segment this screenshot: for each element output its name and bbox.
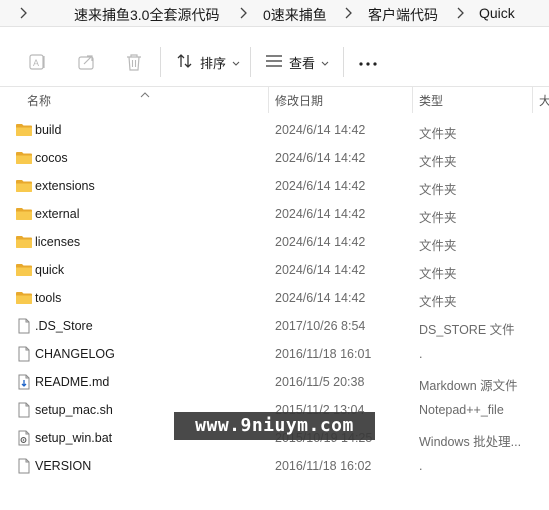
file-row[interactable]: external 2024/6/14 14:42 文件夹 — [0, 200, 549, 228]
rename-icon[interactable]: A — [27, 51, 49, 73]
view-list-icon — [265, 54, 283, 71]
file-name[interactable]: build — [35, 123, 61, 137]
breadcrumb-item-client[interactable]: 客户端代码 — [368, 5, 438, 25]
markdown-file-icon — [15, 374, 33, 390]
toolbar-divider — [250, 47, 251, 77]
file-name[interactable]: .DS_Store — [35, 319, 93, 333]
file-modified-date: 2024/6/14 14:42 — [275, 263, 366, 277]
toolbar: A 排序 查看 — [0, 37, 549, 87]
column-type[interactable]: 类型 — [419, 92, 443, 109]
chevron-down-icon — [232, 55, 240, 70]
folder-icon — [15, 206, 33, 222]
toolbar-divider — [343, 47, 344, 77]
breadcrumb-item-project[interactable]: 0速来捕鱼 — [263, 5, 327, 25]
folder-icon — [15, 150, 33, 166]
file-icon — [15, 346, 33, 362]
folder-icon — [15, 290, 33, 306]
breadcrumb-item-source[interactable]: 速来捕鱼3.0全套源代码 — [74, 5, 219, 25]
file-modified-date: 2016/11/18 16:01 — [275, 347, 372, 361]
file-row[interactable]: tools 2024/6/14 14:42 文件夹 — [0, 284, 549, 312]
file-row[interactable]: cocos 2024/6/14 14:42 文件夹 — [0, 144, 549, 172]
file-modified-date: 2024/6/14 14:42 — [275, 207, 366, 221]
file-name[interactable]: external — [35, 207, 79, 221]
file-name[interactable]: extensions — [35, 179, 95, 193]
column-divider[interactable] — [412, 87, 413, 113]
file-type: 文件夹 — [419, 127, 457, 141]
file-icon — [15, 458, 33, 474]
column-size[interactable]: 大 — [539, 92, 549, 109]
file-name[interactable]: setup_mac.sh — [35, 403, 113, 417]
file-row[interactable]: VERSION 2016/11/18 16:02. — [0, 452, 549, 480]
file-row[interactable]: .DS_Store 2017/10/26 8:54 DS_STORE 文件 — [0, 312, 549, 340]
more-options-icon — [358, 55, 378, 70]
file-modified-date: 2017/10/26 8:54 — [275, 319, 366, 333]
folder-icon — [15, 262, 33, 278]
file-name[interactable]: README.md — [35, 375, 109, 389]
file-modified-date: 2024/6/14 14:42 — [275, 179, 366, 193]
share-icon[interactable] — [76, 51, 98, 73]
toolbar-divider — [160, 47, 161, 77]
file-type: 文件夹 — [419, 267, 457, 281]
file-type: DS_STORE 文件 — [419, 323, 515, 337]
file-modified-date: 2024/6/14 14:42 — [275, 235, 366, 249]
file-row[interactable]: licenses 2024/6/14 14:42 文件夹 — [0, 228, 549, 256]
file-icon — [15, 402, 33, 418]
file-type: 文件夹 — [419, 295, 457, 309]
sort-ascending-icon — [140, 86, 150, 104]
file-row[interactable]: extensions 2024/6/14 14:42 文件夹 — [0, 172, 549, 200]
column-divider[interactable] — [268, 87, 269, 113]
chevron-right-icon[interactable] — [343, 6, 353, 20]
column-date[interactable]: 修改日期 — [275, 92, 323, 109]
file-type: . — [419, 459, 423, 473]
view-label: 查看 — [289, 55, 316, 71]
file-row[interactable]: quick 2024/6/14 14:42 文件夹 — [0, 256, 549, 284]
file-modified-date: 2024/6/14 14:42 — [275, 151, 366, 165]
file-name[interactable]: CHANGELOG — [35, 347, 115, 361]
chevron-right-icon[interactable] — [455, 6, 465, 20]
file-type: 文件夹 — [419, 211, 457, 225]
chevron-right-icon[interactable] — [18, 6, 28, 20]
folder-icon — [15, 234, 33, 250]
file-type: 文件夹 — [419, 183, 457, 197]
file-name[interactable]: cocos — [35, 151, 68, 165]
file-type: Notepad++_file — [419, 403, 504, 417]
folder-icon — [15, 178, 33, 194]
view-button[interactable]: 查看 — [265, 47, 329, 77]
file-modified-date: 2016/11/18 16:02 — [275, 459, 372, 473]
breadcrumb-item-current[interactable]: Quick — [479, 5, 515, 21]
breadcrumb: 速来捕鱼3.0全套源代码 0速来捕鱼 客户端代码 Quick — [0, 0, 549, 27]
file-row[interactable]: build 2024/6/14 14:42 文件夹 — [0, 116, 549, 144]
watermark: www.9niuym.com — [174, 412, 375, 440]
file-row[interactable]: README.md 2016/11/5 20:38 Markdown 源文件 — [0, 368, 549, 396]
column-divider[interactable] — [532, 87, 533, 113]
file-type: . — [419, 347, 423, 361]
batch-file-icon — [15, 430, 33, 446]
chevron-right-icon[interactable] — [238, 6, 248, 20]
file-name[interactable]: setup_win.bat — [35, 431, 112, 445]
folder-icon — [15, 122, 33, 138]
delete-icon[interactable] — [123, 51, 145, 73]
file-row[interactable]: CHANGELOG 2016/11/18 16:01. — [0, 340, 549, 368]
file-modified-date: 2016/11/5 20:38 — [275, 375, 365, 389]
sort-label: 排序 — [200, 55, 227, 71]
sort-button[interactable]: 排序 — [176, 47, 240, 77]
file-modified-date: 2024/6/14 14:42 — [275, 123, 366, 137]
file-name[interactable]: VERSION — [35, 459, 91, 473]
column-header: 名称 修改日期 类型 大 — [0, 87, 549, 113]
file-icon — [15, 318, 33, 334]
svg-text:A: A — [33, 58, 39, 68]
file-type: Markdown 源文件 — [419, 379, 518, 393]
file-name[interactable]: tools — [35, 291, 61, 305]
file-name[interactable]: quick — [35, 263, 64, 277]
file-modified-date: 2024/6/14 14:42 — [275, 291, 366, 305]
sort-icon — [176, 53, 194, 72]
file-type: Windows 批处理... — [419, 435, 522, 449]
chevron-down-icon — [321, 55, 329, 70]
column-name[interactable]: 名称 — [27, 92, 51, 109]
more-options-button[interactable] — [358, 47, 378, 77]
file-type: 文件夹 — [419, 155, 457, 169]
file-type: 文件夹 — [419, 239, 457, 253]
file-name[interactable]: licenses — [35, 235, 80, 249]
